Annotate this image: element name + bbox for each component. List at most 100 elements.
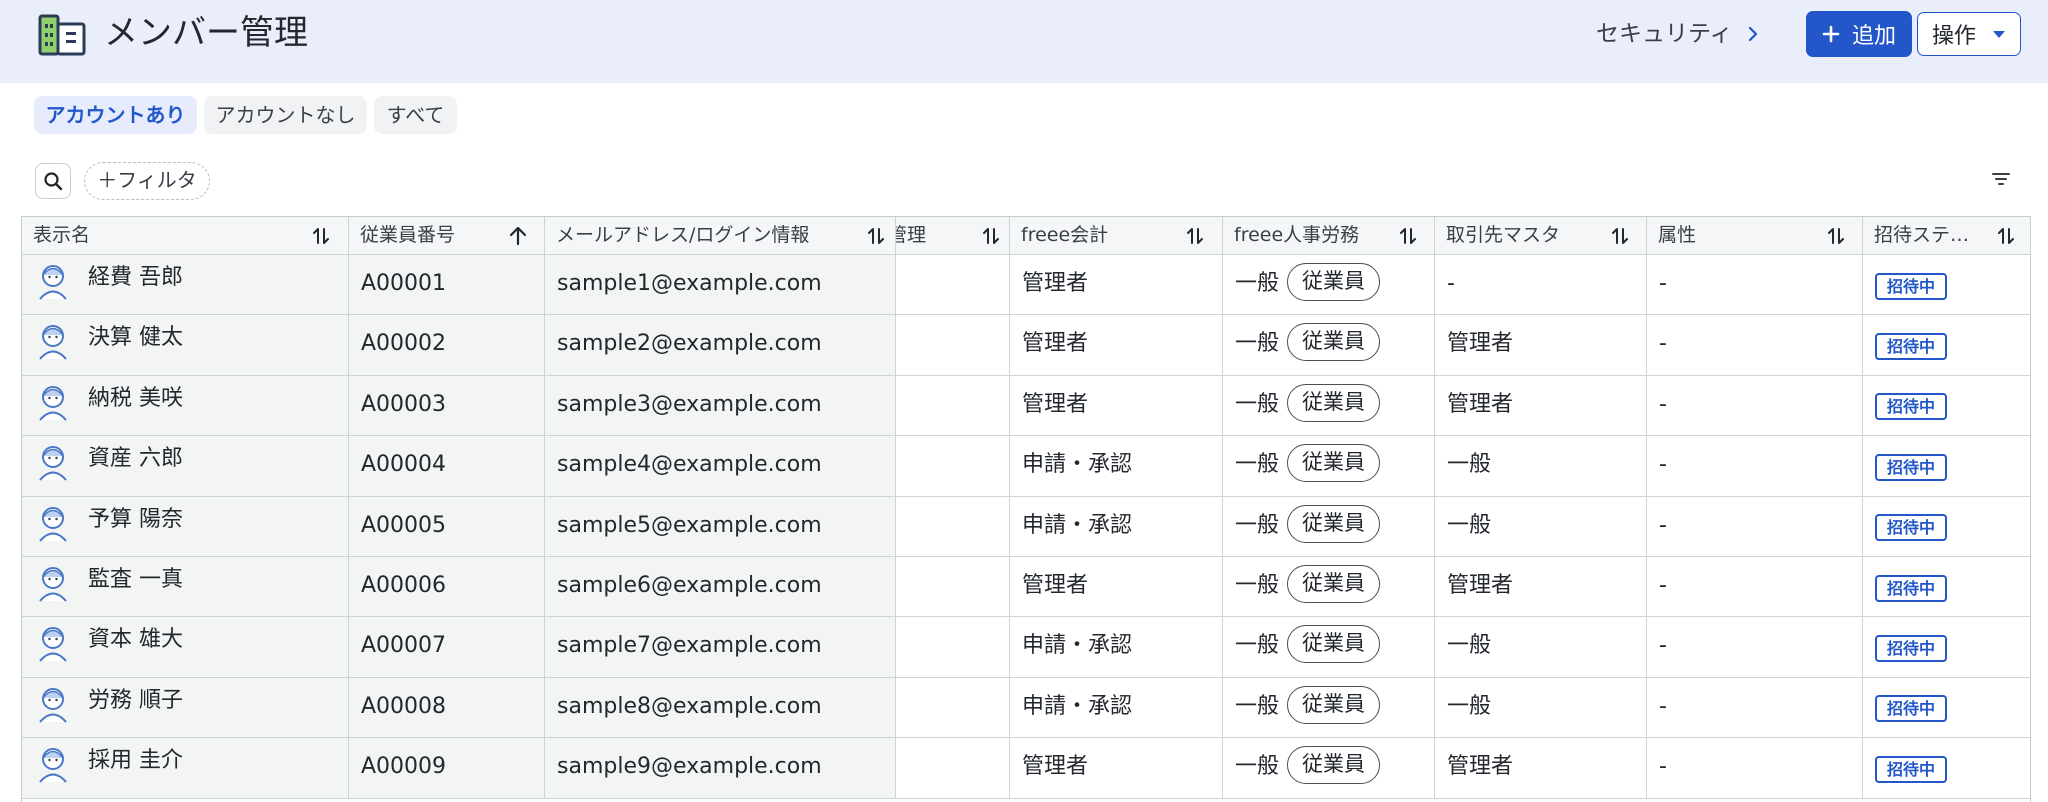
freee-accounting-cell: 管理者 (1010, 375, 1223, 437)
column-header-employee-number[interactable]: 従業員番号 (349, 217, 545, 255)
column-header-partner-master[interactable]: 取引先マスタ (1435, 217, 1647, 255)
invite-status-badge: 招待中 (1875, 755, 1948, 783)
column-header-invite-status[interactable]: 招待ステ… (1863, 217, 2030, 255)
attribute-cell: - (1647, 617, 1863, 678)
sort-ascending-icon[interactable] (509, 226, 527, 246)
display-name-text: 納税 美咲 (88, 385, 183, 411)
add-filter-button[interactable]: ＋フィルタ (84, 162, 210, 200)
sort-icon[interactable] (312, 226, 330, 246)
attribute-cell: - (1647, 496, 1863, 557)
table-row[interactable]: 納税 美咲 A00003 sample3@example.com 管理者 一般従… (22, 375, 2030, 437)
email-cell: sample9@example.com (545, 738, 896, 799)
search-icon (44, 172, 63, 191)
display-name-cell[interactable]: 経費 吾郎 (22, 255, 349, 316)
table-row[interactable]: 決算 健太 A00002 sample2@example.com 管理者 一般従… (22, 315, 2030, 376)
hr-role-text: 一般 (1235, 271, 1280, 296)
sort-icon[interactable] (1997, 226, 2015, 246)
invite-status-cell: 招待中 (1863, 315, 2030, 376)
display-name-text: 予算 陽奈 (88, 506, 183, 532)
table-row[interactable]: 採用 圭介 A00009 sample9@example.com 管理者 一般従… (22, 738, 2030, 799)
column-header-email[interactable]: メールアドレス/ログイン情報 (545, 217, 896, 255)
sort-icon[interactable] (1827, 226, 1845, 246)
employee-number-cell: A00002 (349, 315, 545, 376)
employee-number-cell: A00001 (349, 255, 545, 316)
sort-icon[interactable] (1186, 226, 1204, 246)
table-row[interactable]: 労務 順子 A00008 sample8@example.com 申請・承認 一… (22, 677, 2030, 739)
avatar-icon (39, 687, 67, 723)
sort-icon[interactable] (867, 226, 885, 246)
column-header-freee-hr[interactable]: freee人事労務 (1223, 217, 1435, 255)
table-row[interactable]: 経費 吾郎 A00001 sample1@example.com 管理者 一般従… (22, 255, 2030, 316)
filter-lines-icon[interactable] (1992, 172, 2010, 186)
display-name-cell[interactable]: 労務 順子 (22, 677, 349, 739)
freee-hr-cell: 一般 従業員 (1223, 375, 1435, 437)
security-link[interactable]: セキュリティ (1596, 18, 1759, 50)
freee-accounting-cell: 管理者 (1010, 255, 1223, 316)
invite-status-badge: 招待中 (1875, 695, 1948, 723)
avatar-icon (39, 446, 67, 481)
sort-icon[interactable] (1399, 226, 1417, 246)
attribute-cell: - (1647, 557, 1863, 618)
employee-number-cell: A00008 (349, 677, 545, 739)
column-header-freee-accounting[interactable]: freee会計 (1010, 217, 1223, 255)
search-button[interactable] (35, 163, 71, 199)
display-name-text: 労務 順子 (88, 687, 183, 713)
display-name-cell[interactable]: 資本 雄大 (22, 617, 349, 678)
avatar-icon (39, 385, 67, 421)
employee-chip: 従業員 (1287, 383, 1381, 422)
management-cell (896, 738, 1010, 799)
table-row[interactable]: 監査 一真 A00006 sample6@example.com 管理者 一般従… (22, 557, 2030, 618)
display-name-text: 資本 雄大 (88, 627, 183, 653)
freee-accounting-cell: 管理者 (1010, 557, 1223, 618)
management-cell (896, 677, 1010, 739)
caret-down-icon (1993, 30, 2005, 38)
tab-all[interactable]: すべて (374, 96, 457, 134)
avatar-icon (39, 627, 67, 663)
display-name-cell[interactable]: 採用 圭介 (22, 738, 349, 799)
operations-button[interactable]: 操作 (1917, 12, 2021, 56)
employee-chip: 従業員 (1287, 625, 1381, 664)
column-header-management[interactable]: 管理 (896, 217, 1010, 255)
freee-hr-cell: 一般 従業員 (1223, 496, 1435, 557)
table-row[interactable]: 資本 雄大 A00007 sample7@example.com 申請・承認 一… (22, 617, 2030, 678)
tab-with-account[interactable]: アカウントあり (34, 96, 197, 134)
employee-chip: 従業員 (1287, 323, 1381, 362)
hr-role-text: 一般 (1235, 512, 1280, 538)
freee-accounting-cell: 管理者 (1010, 738, 1223, 799)
column-header-display-name[interactable]: 表示名 (22, 217, 349, 255)
add-button[interactable]: 追加 (1806, 11, 1912, 57)
display-name-cell[interactable]: 資産 六郎 (22, 436, 349, 497)
table-row[interactable]: 予算 陽奈 A00005 sample5@example.com 申請・承認 一… (22, 496, 2030, 557)
tab-without-account[interactable]: アカウントなし (204, 96, 367, 134)
hr-role-text: 一般 (1235, 693, 1280, 719)
freee-hr-cell: 一般 従業員 (1223, 557, 1435, 618)
display-name-text: 採用 圭介 (88, 748, 183, 774)
email-cell: sample8@example.com (545, 677, 896, 739)
display-name-cell[interactable]: 予算 陽奈 (22, 496, 349, 557)
invite-status-cell: 招待中 (1863, 255, 2030, 316)
invite-status-cell: 招待中 (1863, 557, 2030, 618)
sort-icon[interactable] (982, 226, 1000, 246)
table-row[interactable]: 資産 六郎 A00004 sample4@example.com 申請・承認 一… (22, 436, 2030, 497)
table-header-row: 表示名 従業員番号 メールアドレス/ログイン情報 管理 freee会計 free… (22, 217, 2030, 255)
column-header-attribute[interactable]: 属性 (1647, 217, 1863, 255)
display-name-cell[interactable]: 監査 一真 (22, 557, 349, 618)
invite-status-badge: 招待中 (1875, 272, 1948, 300)
email-cell: sample7@example.com (545, 617, 896, 678)
attribute-cell: - (1647, 315, 1863, 376)
display-name-text: 経費 吾郎 (88, 265, 183, 290)
hr-role-text: 一般 (1235, 633, 1280, 659)
email-cell: sample3@example.com (545, 375, 896, 437)
email-cell: sample4@example.com (545, 436, 896, 497)
invite-status-cell: 招待中 (1863, 497, 2030, 557)
display-name-text: 監査 一真 (88, 567, 183, 592)
display-name-cell[interactable]: 納税 美咲 (22, 375, 349, 437)
partner-master-cell: 一般 (1435, 436, 1647, 497)
page-header: メンバー管理 セキュリティ 追加 操作 (0, 0, 2048, 83)
sort-icon[interactable] (1611, 226, 1629, 246)
display-name-cell[interactable]: 決算 健太 (22, 315, 349, 376)
partner-master-cell: 一般 (1435, 677, 1647, 739)
freee-accounting-cell: 申請・承認 (1010, 496, 1223, 557)
partner-master-cell: - (1435, 255, 1647, 316)
management-cell (896, 496, 1010, 557)
